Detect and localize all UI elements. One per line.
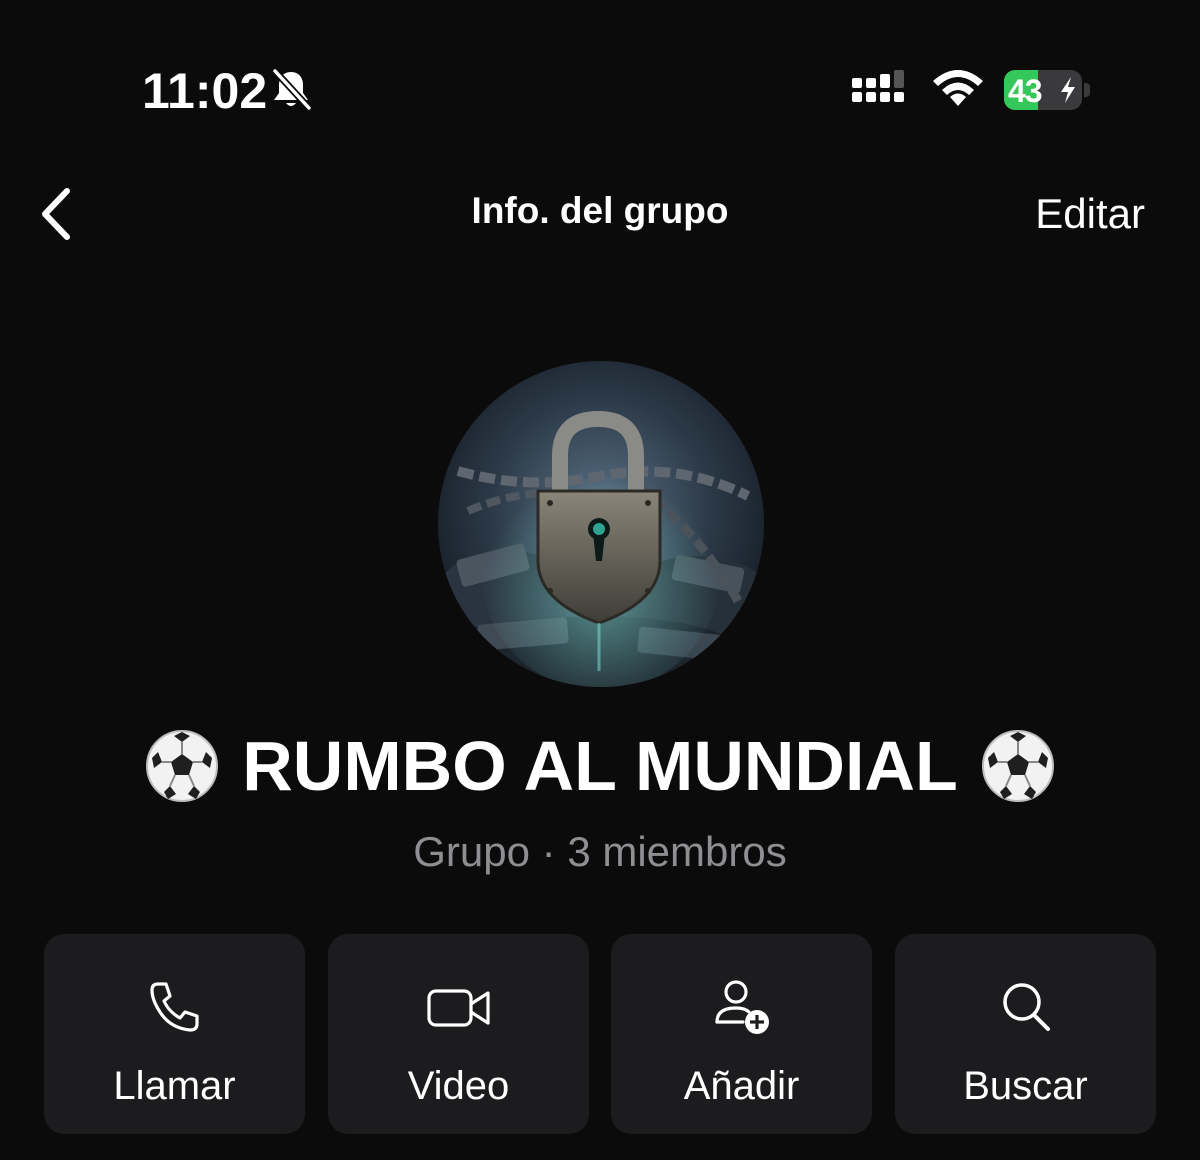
group-name-text: RUMBO AL MUNDIAL (242, 727, 958, 805)
battery-cap (1084, 83, 1090, 97)
soccer-ball-icon (981, 730, 1054, 802)
battery-icon: 43 (1004, 70, 1090, 110)
chevron-left-icon (42, 188, 70, 240)
bell-slash-icon (272, 68, 312, 111)
search-label: Buscar (963, 1064, 1088, 1108)
search-button[interactable]: Buscar (895, 934, 1156, 1134)
edit-button[interactable]: Editar (990, 190, 1145, 238)
video-label: Video (407, 1064, 510, 1108)
group-avatar[interactable] (438, 361, 764, 687)
back-button[interactable] (30, 186, 80, 242)
charging-bolt-icon (1061, 77, 1075, 103)
add-member-button[interactable]: Añadir (611, 934, 872, 1134)
status-bar: 11:02 43 (0, 0, 1200, 180)
add-member-label: Añadir (683, 1064, 800, 1108)
padlock-image (438, 410, 764, 687)
soccer-ball-icon (146, 730, 219, 802)
group-name: RUMBO AL MUNDIAL (100, 726, 1100, 806)
call-label: Llamar (113, 1064, 236, 1108)
status-time: 11:02 (142, 63, 268, 119)
call-button[interactable]: Llamar (44, 934, 305, 1134)
phone-icon (149, 982, 199, 1032)
video-button[interactable]: Video (328, 934, 589, 1134)
battery-body: 43 (1004, 70, 1082, 110)
page-title: Info. del grupo (471, 190, 729, 231)
battery-level: 43 (1008, 73, 1043, 109)
video-camera-icon (426, 989, 490, 1027)
group-subtitle: Grupo · 3 miembros (413, 828, 787, 875)
search-icon (1002, 983, 1050, 1031)
wifi-icon (933, 70, 983, 106)
action-buttons: Llamar Video Añadir Buscar (44, 934, 1156, 1134)
add-person-icon (714, 980, 769, 1034)
group-info-screen: 11:02 43 Info. del grupo Editar RUMBO AL… (0, 0, 1200, 1160)
cellular-signal-icon (852, 70, 904, 102)
